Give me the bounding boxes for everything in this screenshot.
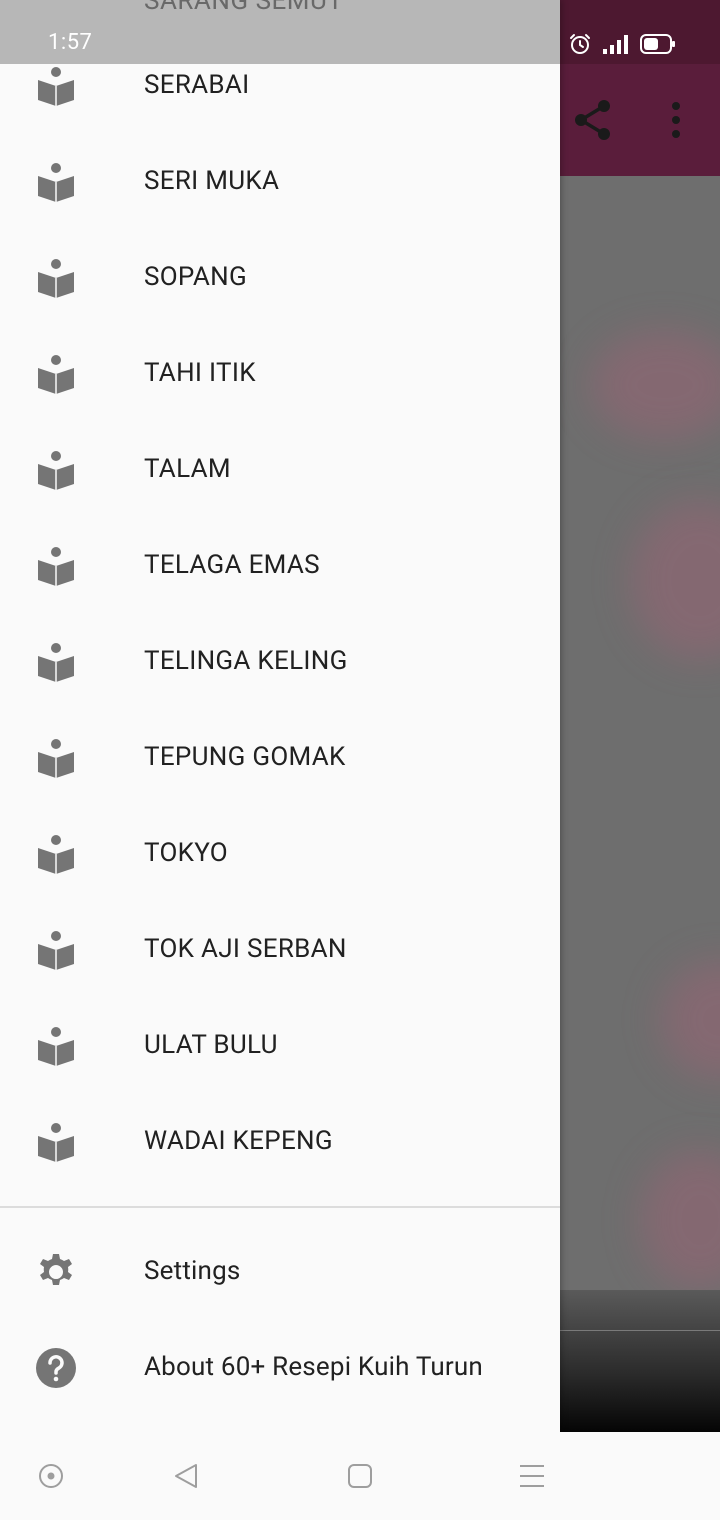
book-reader-icon xyxy=(38,1123,74,1162)
drawer-item-sopang[interactable]: SOPANG xyxy=(0,232,560,328)
drawer-item-label: TELINGA KELING xyxy=(144,646,348,676)
home-button[interactable] xyxy=(338,1454,382,1498)
help-circle-icon xyxy=(36,1348,76,1388)
book-reader-icon xyxy=(38,643,74,682)
drawer-menu-list: SERABAI SERI MUKA SOPANG TAHI ITIK TALAM TELA… xyxy=(0,40,560,1192)
system-navigation-bar xyxy=(0,1432,720,1520)
recents-icon xyxy=(520,1465,544,1487)
drawer-item-settings[interactable]: Settings xyxy=(0,1224,560,1320)
drawer-item-label: TAHI ITIK xyxy=(144,358,256,388)
settings-label: Settings xyxy=(144,1256,241,1286)
status-clock: 1:57 xyxy=(48,30,93,55)
drawer-item-label: TELAGA EMAS xyxy=(144,550,320,580)
drawer-item-label: TOKYO xyxy=(144,838,228,868)
home-icon xyxy=(348,1464,372,1488)
drawer-item-talam[interactable]: TALAM xyxy=(0,424,560,520)
drawer-item-wadai-kepeng[interactable]: WADAI KEPENG xyxy=(0,1096,560,1192)
drawer-item-label: ULAT BULU xyxy=(144,1030,278,1060)
book-reader-icon xyxy=(38,931,74,970)
blurred-image-fragment xyxy=(640,1150,720,1290)
drawer-item-label: WADAI KEPENG xyxy=(144,1126,333,1156)
book-reader-icon xyxy=(38,547,74,586)
status-icons xyxy=(568,30,676,58)
navigation-drawer: SERABAI SERI MUKA SOPANG TAHI ITIK TALAM TELA… xyxy=(0,0,560,1432)
book-reader-icon xyxy=(38,451,74,490)
book-reader-icon xyxy=(38,163,74,202)
book-reader-icon xyxy=(38,67,74,106)
book-reader-icon xyxy=(38,259,74,298)
drawer-item-seri-muka[interactable]: SERI MUKA xyxy=(0,136,560,232)
drawer-item-label: SERABAI xyxy=(144,70,250,100)
blurred-image-fragment xyxy=(660,960,720,1080)
drawer-item-label: SERI MUKA xyxy=(144,166,280,196)
drawer-item-about[interactable]: About 60+ Resepi Kuih Turun xyxy=(0,1320,560,1416)
app-bottom-shade xyxy=(560,1290,720,1432)
drawer-item-telaga-emas[interactable]: TELAGA EMAS xyxy=(0,520,560,616)
back-icon xyxy=(175,1464,197,1488)
battery-icon xyxy=(640,34,675,54)
back-button[interactable] xyxy=(164,1454,208,1498)
book-reader-icon xyxy=(38,1027,74,1066)
drawer-item-label: TEPUNG GOMAK xyxy=(144,742,346,772)
drawer-item-ulat-bulu[interactable]: ULAT BULU xyxy=(0,1000,560,1096)
share-icon xyxy=(575,100,610,140)
drawer-item-tokyo[interactable]: TOKYO xyxy=(0,808,560,904)
drawer-status-bar: SARANG SEMUT 1:57 xyxy=(0,0,560,64)
assistant-button[interactable] xyxy=(29,1454,73,1498)
drawer-item-label: TOK AJI SERBAN xyxy=(144,934,347,964)
signal-icon xyxy=(603,35,628,54)
book-reader-icon xyxy=(38,739,74,778)
recents-button[interactable] xyxy=(510,1454,554,1498)
more-vert-icon xyxy=(672,102,680,138)
app-bottom-divider xyxy=(560,1330,720,1331)
drawer-item-label: TALAM xyxy=(144,454,231,484)
assistant-icon xyxy=(39,1464,63,1488)
book-reader-icon xyxy=(38,835,74,874)
share-button[interactable] xyxy=(572,98,616,142)
about-label: About 60+ Resepi Kuih Turun xyxy=(144,1352,483,1382)
partial-menu-item-label: SARANG SEMUT xyxy=(144,0,344,16)
drawer-item-tahi-itik[interactable]: TAHI ITIK xyxy=(0,328,560,424)
drawer-item-tok-aji-serban[interactable]: TOK AJI SERBAN xyxy=(0,904,560,1000)
drawer-item-telinga-keling[interactable]: TELINGA KELING xyxy=(0,616,560,712)
drawer-divider xyxy=(0,1206,560,1208)
gear-icon xyxy=(40,1254,72,1285)
drawer-item-tepung-gomak[interactable]: TEPUNG GOMAK xyxy=(0,712,560,808)
blurred-image-fragment xyxy=(630,500,720,660)
more-options-button[interactable] xyxy=(664,98,688,142)
drawer-item-label: SOPANG xyxy=(144,262,247,292)
book-reader-icon xyxy=(38,355,74,394)
blurred-image-fragment xyxy=(590,330,720,440)
book-reader-icon xyxy=(38,0,74,8)
alarm-icon xyxy=(570,34,590,54)
